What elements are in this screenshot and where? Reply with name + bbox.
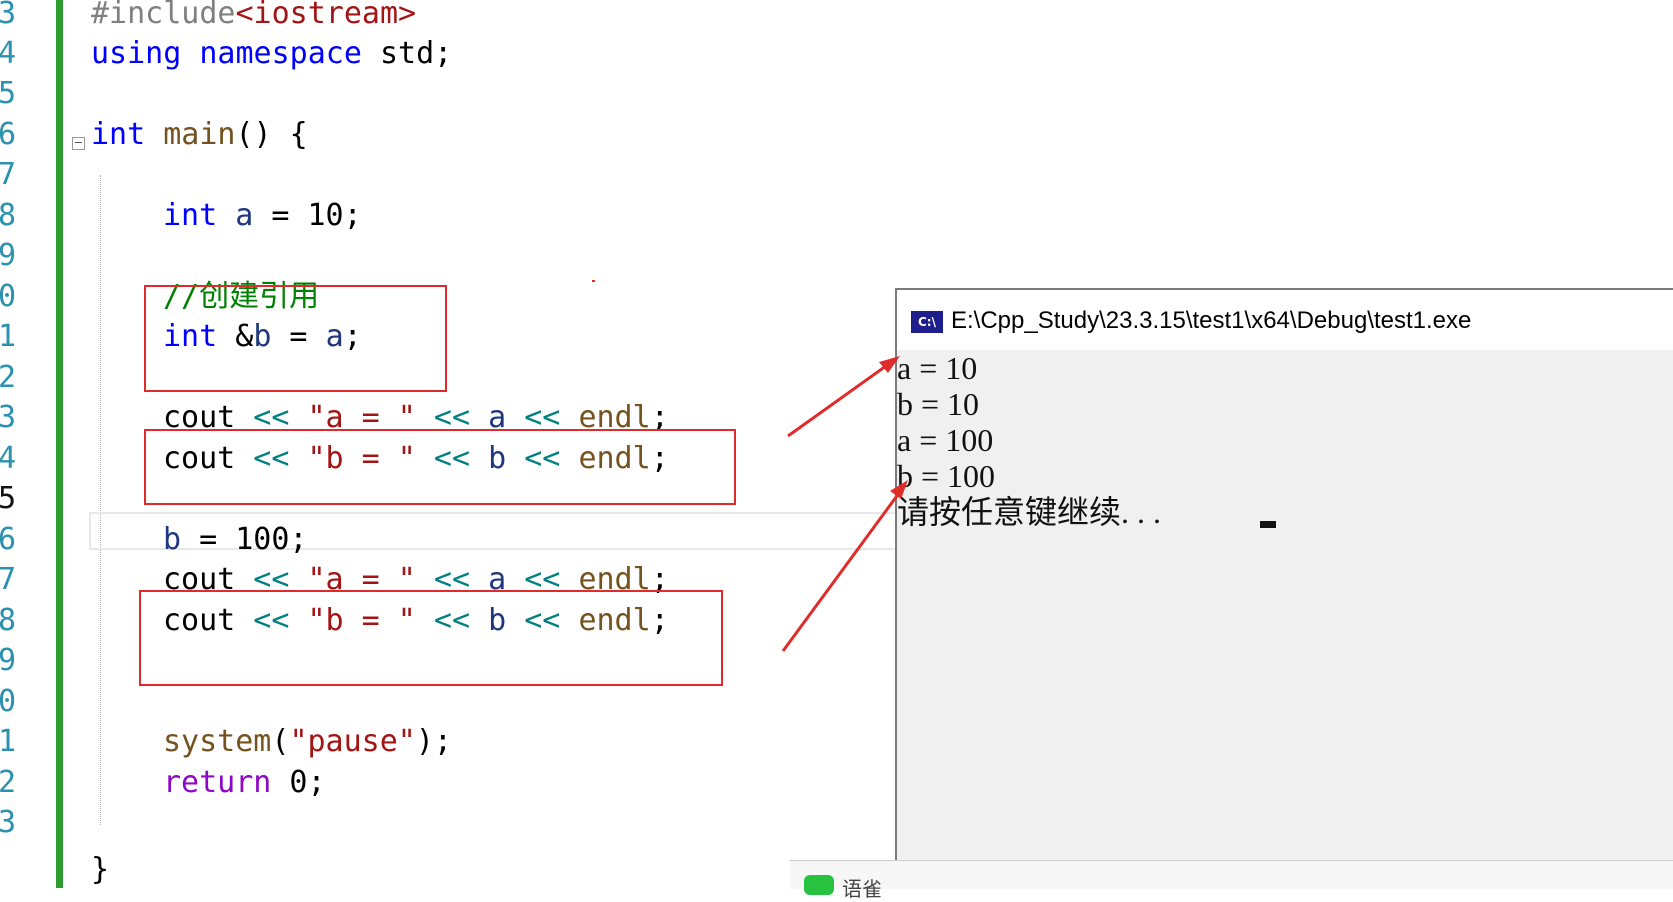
arrow-to-first-output — [787, 356, 900, 438]
yuque-app-icon — [804, 875, 834, 895]
yuque-notification[interactable]: 语雀 — [790, 860, 1673, 901]
annotation-arrows — [781, 356, 908, 652]
arrow-to-second-output — [781, 480, 908, 652]
